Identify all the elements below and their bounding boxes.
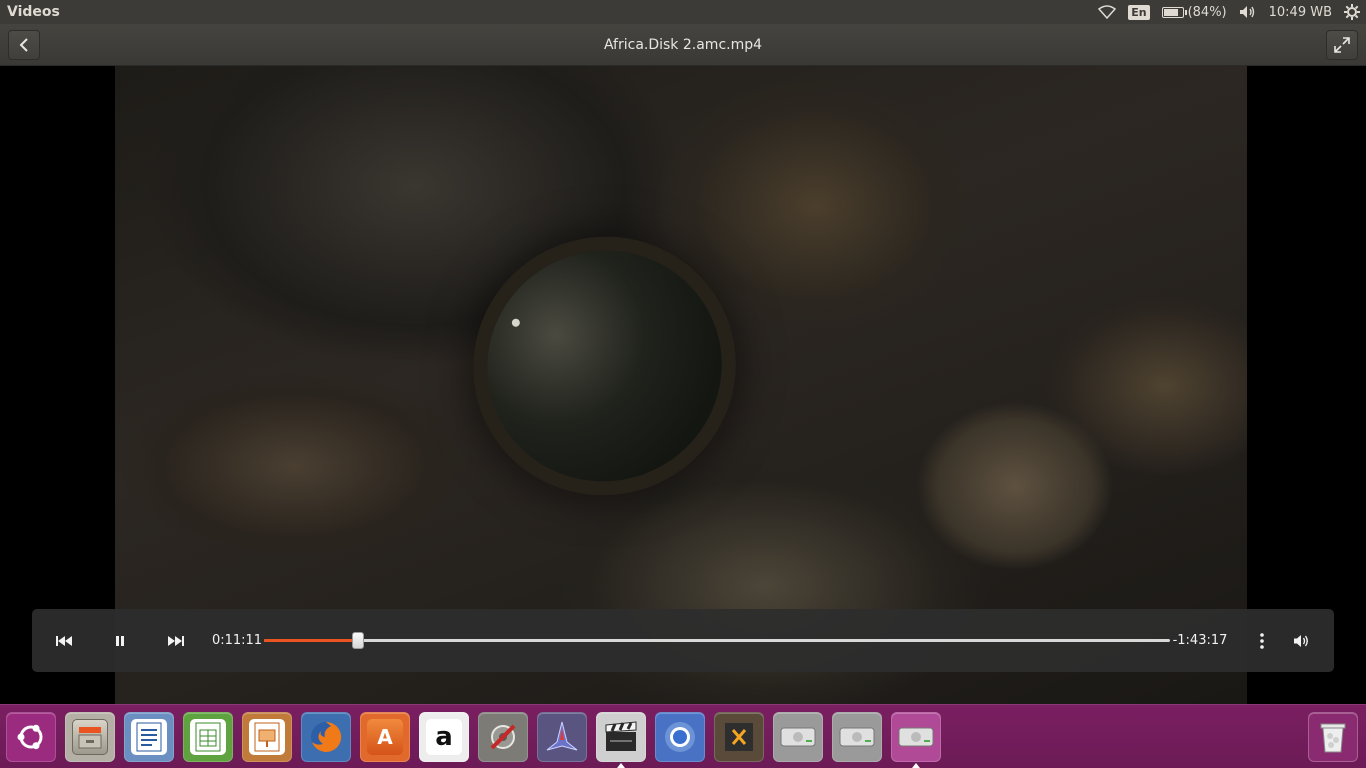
remaining-time: -1:43:17	[1172, 633, 1228, 648]
launcher-impress[interactable]	[242, 712, 292, 762]
code-editor-icon	[725, 723, 753, 751]
title-bar: Africa.Disk 2.amc.mp4	[0, 24, 1366, 66]
keyboard-layout-indicator[interactable]: En	[1122, 0, 1155, 24]
launcher-code-editor[interactable]	[714, 712, 764, 762]
shopping-bag-icon: A	[367, 719, 403, 755]
seek-progress	[264, 639, 359, 642]
volume-icon[interactable]	[1233, 0, 1263, 24]
hard-drive-icon	[898, 727, 934, 747]
launcher-system-settings[interactable]	[478, 712, 528, 762]
pause-button[interactable]	[106, 609, 134, 672]
hard-drive-icon	[839, 727, 875, 747]
settings-gear-icon[interactable]	[1338, 0, 1366, 24]
elapsed-time: 0:11:11	[211, 633, 263, 648]
back-button[interactable]	[8, 30, 40, 60]
chromium-icon	[665, 722, 695, 752]
battery-indicator[interactable]: (84%)	[1156, 0, 1233, 24]
playback-controls: 0:11:11 -1:43:17	[32, 609, 1334, 672]
wrench-gear-icon	[490, 724, 516, 750]
launcher-software-center[interactable]: A	[360, 712, 410, 762]
launcher-drive-3[interactable]	[891, 712, 941, 768]
volume-button[interactable]	[1288, 609, 1316, 672]
spaceship-icon	[546, 721, 578, 751]
firefox-icon	[311, 721, 342, 752]
more-menu-icon	[1260, 632, 1264, 649]
clapperboard-icon	[605, 721, 637, 751]
next-button[interactable]	[162, 609, 190, 672]
keyboard-layout-label: En	[1128, 4, 1150, 20]
launcher-ubuntu-dash[interactable]	[6, 712, 56, 762]
chevron-left-icon	[19, 38, 28, 52]
document-icon	[136, 722, 162, 752]
seek-bar[interactable]	[264, 632, 1170, 649]
more-menu-button[interactable]	[1250, 609, 1274, 672]
video-content-eye	[454, 217, 755, 515]
hard-drive-icon	[780, 727, 816, 747]
battery-percent: (84%)	[1187, 4, 1227, 20]
launcher-bar: A a	[0, 704, 1366, 768]
fullscreen-button[interactable]	[1326, 30, 1358, 60]
presentation-icon	[254, 722, 280, 752]
wifi-icon[interactable]	[1092, 0, 1122, 24]
app-name: Videos	[7, 4, 60, 20]
spreadsheet-icon	[195, 722, 221, 752]
battery-icon	[1161, 6, 1187, 18]
previous-track-icon	[56, 635, 72, 646]
launcher-calc[interactable]	[183, 712, 233, 762]
volume-icon	[1294, 634, 1308, 647]
launcher-game-app[interactable]	[537, 712, 587, 762]
clock[interactable]: 10:49 WB	[1263, 0, 1338, 24]
launcher-drive-2[interactable]	[832, 712, 882, 762]
launcher-files[interactable]	[65, 712, 115, 762]
top-panel: Videos En (84%) 10:49 WB	[0, 0, 1366, 24]
launcher-videos[interactable]	[596, 712, 646, 768]
launcher-chromium[interactable]	[655, 712, 705, 762]
ubuntu-logo-icon	[17, 724, 43, 750]
video-title: Africa.Disk 2.amc.mp4	[603, 36, 763, 53]
active-app-indicator	[617, 763, 625, 768]
launcher-firefox[interactable]	[301, 712, 351, 762]
active-app-indicator	[912, 763, 920, 768]
launcher-writer[interactable]	[124, 712, 174, 762]
file-cabinet-icon	[78, 727, 102, 749]
amazon-icon: a	[426, 719, 462, 755]
next-track-icon	[168, 635, 184, 646]
seek-handle[interactable]	[352, 632, 365, 649]
indicator-area: En (84%) 10:49 WB	[1092, 0, 1366, 24]
launcher-amazon[interactable]: a	[419, 712, 469, 762]
previous-button[interactable]	[50, 609, 78, 672]
trash-icon	[1320, 723, 1346, 753]
fullscreen-icon	[1334, 37, 1350, 53]
launcher-trash[interactable]	[1308, 712, 1358, 762]
pause-icon	[116, 635, 124, 646]
launcher-drive-1[interactable]	[773, 712, 823, 762]
